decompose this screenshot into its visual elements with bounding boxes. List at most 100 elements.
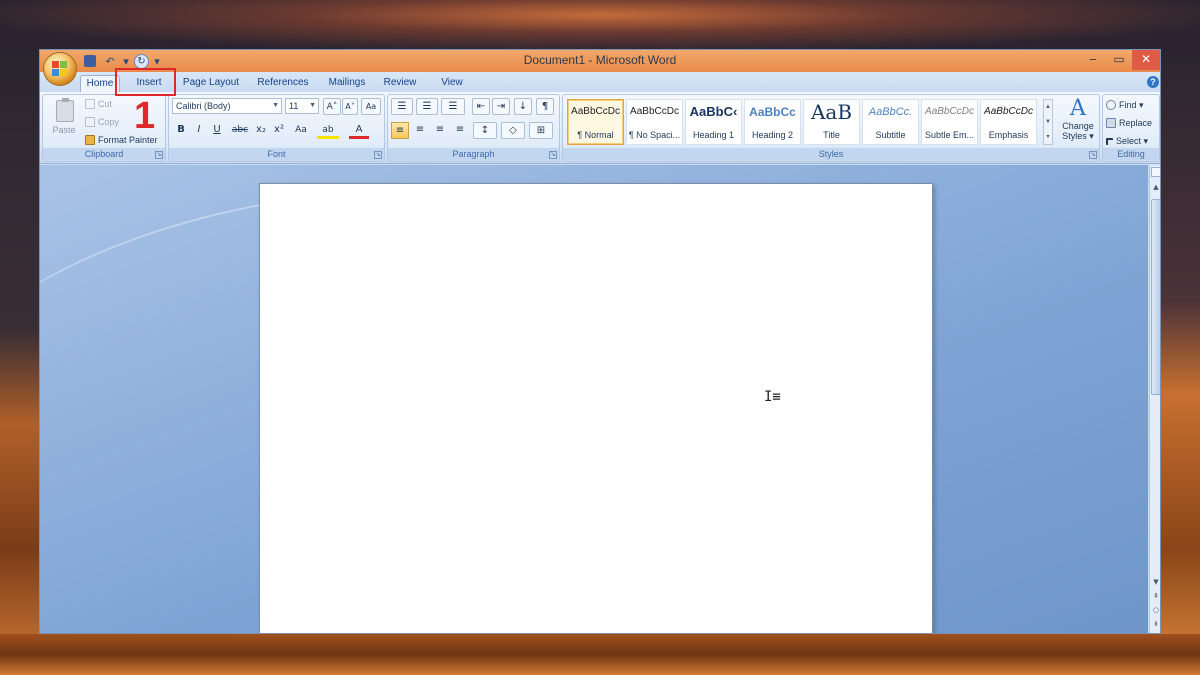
increase-indent-button[interactable]: ⇥ [492,98,510,115]
select-label: Select ▾ [1116,136,1149,146]
paragraph-launcher-icon[interactable]: ↘ [549,151,557,159]
sort-button[interactable]: ↓ [514,98,532,115]
editing-group: Find ▾ Replace Select ▾ Editing [1102,94,1160,162]
justify-button[interactable]: ≡ [451,122,469,139]
chevron-down-icon: ▼ [272,102,279,109]
help-icon[interactable]: ? [1147,76,1159,88]
change-case-button[interactable]: Aa [290,122,312,139]
binoculars-icon [1106,100,1116,110]
tab-references[interactable]: References [252,75,314,92]
multilevel-list-button[interactable]: ☰ [441,98,465,115]
office-logo-icon [52,61,68,77]
shading-button[interactable]: ◇ [501,122,525,139]
previous-page-icon[interactable]: ⇞ [1150,590,1160,602]
scroll-up-icon[interactable]: ▲ [1150,181,1160,193]
change-styles-label-2: Styles ▾ [1062,131,1094,141]
style-name: ¶ Normal [577,130,614,140]
text-highlight-button[interactable]: ab [317,122,339,139]
numbering-button[interactable]: ☰ [416,98,438,115]
close-button[interactable]: ✕ [1132,50,1160,70]
scroll-thumb[interactable] [1151,199,1160,395]
tab-home[interactable]: Home [80,75,120,92]
ribbon-tabs: Home Insert Page Layout References Maili… [40,72,1160,92]
style-sample: AaBbCcDc [925,106,974,117]
tab-mailings[interactable]: Mailings [322,75,372,92]
clear-formatting-button[interactable]: Aa [361,98,381,115]
ribbon: Paste Cut Copy Format Painter Clipboard … [40,92,1160,164]
grow-font-button[interactable]: A˄ [323,98,341,115]
change-styles-button[interactable]: A Change Styles ▾ [1057,97,1099,149]
desktop-wallpaper-right [1161,50,1200,675]
document-area: I≡ [40,165,1148,633]
styles-gallery-scroll[interactable]: ▲ ▼ ▾ [1043,99,1053,145]
decrease-indent-button[interactable]: ⇤ [472,98,490,115]
style-name: ¶ No Spaci... [628,130,681,140]
style-no-spacing[interactable]: AaBbCcDc ¶ No Spaci... [626,99,683,145]
paragraph-group-label: Paragraph [388,148,559,160]
style-heading-1[interactable]: AaBbC‹ Heading 1 [685,99,742,145]
tab-review[interactable]: Review [380,75,420,92]
style-subtitle[interactable]: AaBbCc. Subtitle [862,99,919,145]
replace-label: Replace [1119,118,1153,128]
subscript-button[interactable]: x₂ [253,122,269,139]
view-ruler-icon[interactable] [1151,167,1160,177]
font-group-label: Font [169,148,384,160]
style-sample: AaBbCcDc [984,106,1033,117]
style-normal[interactable]: AaBbCcDc ¶ Normal [567,99,624,145]
tab-insert[interactable]: Insert [127,75,171,92]
select-browse-object-icon[interactable]: ○ [1150,604,1160,616]
superscript-button[interactable]: x² [271,122,287,139]
center-button[interactable]: ≡ [411,122,429,139]
font-launcher-icon[interactable]: ↘ [374,151,382,159]
style-heading-2[interactable]: AaBbCc Heading 2 [744,99,801,145]
style-name: Heading 1 [692,130,735,140]
font-size-combo[interactable]: 11 ▼ [285,98,319,114]
replace-button[interactable]: Replace [1106,116,1152,130]
maximize-button[interactable]: ▭ [1106,50,1132,70]
word-window: ↶ ▾ ↻ ▾ Document1 - Microsoft Word ‒ ▭ ✕… [39,49,1161,634]
scroll-down-icon[interactable]: ▼ [1150,576,1160,588]
font-color-button[interactable]: A [349,122,369,139]
desktop-wallpaper-left [0,50,39,675]
scissors-icon [85,99,95,109]
strikethrough-button[interactable]: abc [229,122,251,139]
copy-button[interactable]: Copy [85,115,119,129]
cursor-arrow-icon [1106,137,1113,145]
tab-view[interactable]: View [434,75,470,92]
clipboard-launcher-icon[interactable]: ↘ [155,151,163,159]
style-title[interactable]: AaB Title [803,99,860,145]
minimize-button[interactable]: ‒ [1080,50,1106,70]
styles-launcher-icon[interactable]: ↘ [1089,151,1097,159]
italic-button[interactable]: I [191,122,207,139]
bullets-button[interactable]: ☰ [391,98,413,115]
select-button[interactable]: Select ▾ [1106,134,1148,148]
style-emphasis[interactable]: AaBbCcDc Emphasis [980,99,1037,145]
clipboard-group-label: Clipboard [43,148,165,160]
find-button[interactable]: Find ▾ [1106,98,1144,112]
underline-button[interactable]: U [209,122,225,139]
paste-label: Paste [52,125,76,135]
vertical-scrollbar[interactable]: ▲ ▼ ⇞ ○ ⇟ [1149,165,1160,633]
show-formatting-marks-button[interactable]: ¶ [536,98,554,115]
align-right-button[interactable]: ≡ [431,122,449,139]
copy-label: Copy [98,117,120,127]
style-sample: AaBbCcDc [630,106,679,117]
cut-button[interactable]: Cut [85,97,112,111]
font-name-combo[interactable]: Calibri (Body) ▼ [172,98,282,114]
borders-button[interactable]: ⊞ [529,122,553,139]
style-name: Heading 2 [751,130,794,140]
tab-page-layout[interactable]: Page Layout [178,75,244,92]
paste-button[interactable]: Paste [47,98,81,146]
style-name: Subtitle [875,130,906,140]
change-styles-label: Change [1062,121,1094,131]
style-subtle-emphasis[interactable]: AaBbCcDc Subtle Em... [921,99,978,145]
office-button[interactable] [43,52,77,86]
bold-button[interactable]: B [173,122,189,139]
line-spacing-button[interactable]: ↕ [473,122,497,139]
document-page[interactable]: I≡ [259,183,933,633]
next-page-icon[interactable]: ⇟ [1150,618,1160,630]
replace-icon [1106,118,1116,128]
text-cursor-icon: I≡ [764,389,781,405]
align-left-button[interactable]: ≡ [391,122,409,139]
shrink-font-button[interactable]: A˅ [342,98,358,115]
